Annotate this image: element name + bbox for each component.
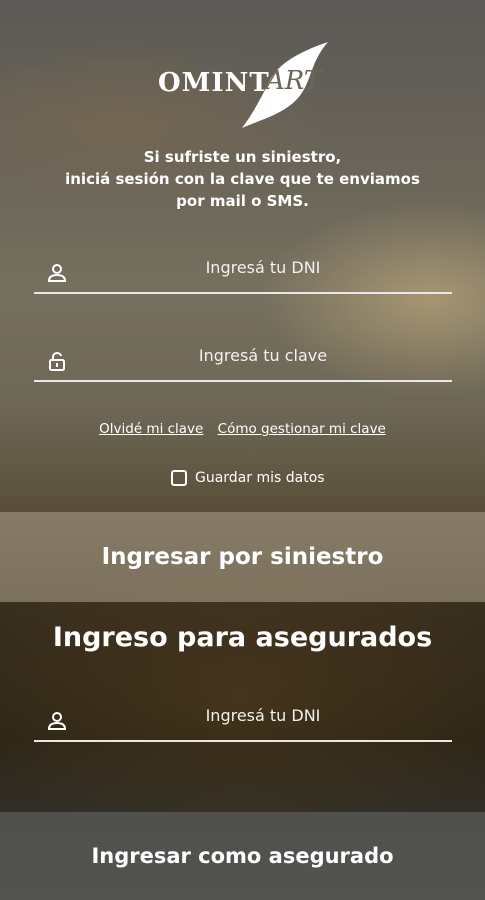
siniestro-dni-placeholder: Ingresá tu DNI bbox=[205, 258, 321, 277]
siniestro-dni-field[interactable]: Ingresá tu DNI bbox=[34, 252, 452, 294]
siniestro-clave-field[interactable]: Ingresá tu clave bbox=[34, 340, 452, 382]
remember-me[interactable]: Guardar mis datos bbox=[171, 467, 325, 489]
manage-password-link[interactable]: Cómo gestionar mi clave bbox=[218, 421, 386, 437]
help-links: Olvidé mi clave Cómo gestionar mi clave bbox=[0, 421, 485, 437]
siniestro-clave-placeholder: Ingresá tu clave bbox=[198, 346, 328, 365]
logo-brand: OMINT bbox=[158, 68, 270, 98]
remember-checkbox[interactable] bbox=[171, 470, 187, 486]
asegurados-dni-placeholder: Ingresá tu DNI bbox=[205, 706, 321, 725]
lock-icon bbox=[49, 351, 65, 371]
user-icon bbox=[47, 264, 67, 282]
asegurado-login-button[interactable]: Ingresar como asegurado bbox=[0, 812, 485, 900]
remember-label: Guardar mis datos bbox=[195, 470, 325, 486]
logo-product: ART bbox=[266, 66, 322, 96]
omint-art-logo: OMINT ART bbox=[158, 40, 338, 132]
asegurados-dni-field[interactable]: Ingresá tu DNI bbox=[34, 700, 452, 742]
forgot-password-link[interactable]: Olvidé mi clave bbox=[99, 421, 203, 437]
intro-text: Si sufriste un siniestro, iniciá sesión … bbox=[65, 148, 420, 210]
user-icon bbox=[47, 712, 67, 730]
siniestro-login-button[interactable]: Ingresar por siniestro bbox=[0, 512, 485, 602]
asegurados-title: Ingreso para asegurados bbox=[52, 622, 433, 653]
